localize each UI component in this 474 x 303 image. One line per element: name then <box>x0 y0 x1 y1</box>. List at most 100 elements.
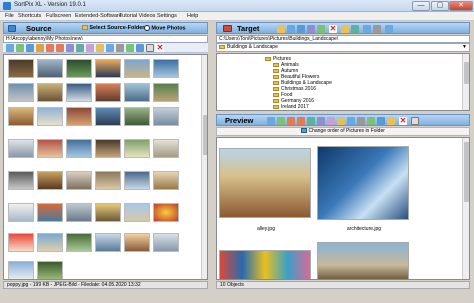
target-path[interactable]: C:\Users\Toni\Pictures\Pictures\Building… <box>216 35 470 43</box>
thumbnail[interactable] <box>95 59 121 78</box>
thumbnail[interactable] <box>8 83 34 102</box>
preview-image[interactable] <box>317 146 409 220</box>
minimize-button[interactable]: — <box>412 1 430 11</box>
menu-extended-software[interactable]: Extended-Software <box>75 13 122 19</box>
menu-tutorial-videos[interactable]: Tutorial Videos <box>119 13 155 19</box>
view-icon[interactable] <box>6 44 14 52</box>
rotate-right-icon[interactable] <box>297 117 305 125</box>
thumbnail[interactable] <box>66 139 92 158</box>
thumbnail[interactable] <box>37 139 63 158</box>
thumbnail[interactable] <box>95 83 121 102</box>
delete-icon[interactable]: ✕ <box>156 44 164 52</box>
change-order-button[interactable]: Change order of Pictures in Folder <box>216 127 470 136</box>
thumbnail[interactable] <box>124 59 150 78</box>
thumbnail[interactable] <box>37 261 63 279</box>
source-thumbnail-grid[interactable] <box>3 54 208 280</box>
info-icon[interactable] <box>385 25 393 33</box>
thumbnail[interactable] <box>95 107 121 126</box>
preview-image[interactable] <box>317 242 409 279</box>
thumbnail[interactable] <box>95 139 121 158</box>
source-scrollbar[interactable] <box>201 55 207 279</box>
thumbnail[interactable] <box>153 139 179 158</box>
thumbnail[interactable] <box>95 171 121 190</box>
blank-icon[interactable] <box>146 44 154 52</box>
menu-help[interactable]: Help <box>187 13 198 19</box>
thumbnail[interactable] <box>153 233 179 252</box>
refresh-icon[interactable] <box>16 44 24 52</box>
up-folder-icon[interactable] <box>26 44 34 52</box>
rotate-left-icon[interactable] <box>287 117 295 125</box>
copy-icon[interactable] <box>307 117 315 125</box>
thumbnail[interactable] <box>124 83 150 102</box>
folder-icon[interactable] <box>387 117 395 125</box>
close-button[interactable]: ✕ <box>449 1 473 11</box>
star-icon[interactable] <box>337 117 345 125</box>
copy-icon[interactable] <box>76 44 84 52</box>
thumbnail[interactable] <box>66 59 92 78</box>
thumbnail[interactable] <box>8 261 34 279</box>
preview-image[interactable] <box>219 148 311 218</box>
thumbnail[interactable] <box>66 171 92 190</box>
refresh-icon[interactable] <box>277 117 285 125</box>
thumbnail[interactable] <box>95 203 121 222</box>
settings-icon[interactable] <box>116 44 124 52</box>
thumbnail[interactable] <box>8 139 34 158</box>
preview-scrollbar-thumb[interactable] <box>464 142 469 202</box>
tree-scrollbar[interactable] <box>462 54 469 110</box>
tree-scrollbar-thumb[interactable] <box>464 62 469 84</box>
rotate-right-icon[interactable] <box>56 44 64 52</box>
thumbnail[interactable] <box>66 83 92 102</box>
filter-icon[interactable] <box>377 117 385 125</box>
delete-icon[interactable]: ✕ <box>399 117 407 125</box>
thumbnail[interactable] <box>124 203 150 222</box>
tree-item-ireland[interactable]: Ireland 2017 <box>273 104 309 110</box>
select-all-icon[interactable] <box>126 44 134 52</box>
thumbnail[interactable] <box>153 203 179 222</box>
thumbnail[interactable] <box>124 171 150 190</box>
thumbnail[interactable] <box>124 139 150 158</box>
settings-icon[interactable] <box>357 117 365 125</box>
thumbnail[interactable] <box>37 107 63 126</box>
thumbnail[interactable] <box>37 203 63 222</box>
thumbnail[interactable] <box>8 59 34 78</box>
up-folder-icon[interactable] <box>297 25 305 33</box>
copy-icon[interactable] <box>351 25 359 33</box>
thumbnail[interactable] <box>66 107 92 126</box>
maximize-button[interactable]: ▢ <box>431 1 449 11</box>
thumbnail[interactable] <box>8 171 34 190</box>
target-folder-tree[interactable]: Pictures Animals Autumn Beautiful Flower… <box>216 53 470 111</box>
edit-icon[interactable] <box>86 44 94 52</box>
preview-item[interactable]: alley.jpg <box>219 148 313 234</box>
source-path[interactable]: H:\Arcopy\abenny\My Photos\new\ <box>3 35 208 43</box>
blank-icon[interactable] <box>411 117 419 125</box>
new-folder-icon[interactable] <box>287 25 295 33</box>
thumbnail[interactable] <box>66 233 92 252</box>
move-photos-button[interactable]: Move Photos <box>144 25 204 33</box>
thumbnail[interactable] <box>153 83 179 102</box>
delete-icon[interactable]: ✕ <box>329 25 337 33</box>
chevron-down-icon[interactable]: ▼ <box>461 44 468 51</box>
menu-settings[interactable]: Settings <box>157 13 177 19</box>
folder-icon[interactable] <box>277 25 285 33</box>
select-source-folder-button[interactable]: Select Source-Folder <box>82 25 144 33</box>
view-icon[interactable] <box>267 117 275 125</box>
rename-icon[interactable] <box>341 25 349 33</box>
thumbnail[interactable] <box>95 233 121 252</box>
settings-icon[interactable] <box>373 25 381 33</box>
preview-image[interactable] <box>219 250 311 279</box>
preview-item[interactable]: architecture.jpg <box>317 146 411 234</box>
menu-shortcuts[interactable]: Shortcuts <box>18 13 41 19</box>
filter-icon[interactable] <box>136 44 144 52</box>
thumbnail[interactable] <box>8 107 34 126</box>
select-all-icon[interactable] <box>367 117 375 125</box>
zoom-icon[interactable] <box>66 44 74 52</box>
menu-file[interactable]: File <box>5 13 14 19</box>
refresh-icon[interactable] <box>317 25 325 33</box>
preview-item[interactable] <box>219 248 313 279</box>
thumbnail[interactable] <box>37 171 63 190</box>
thumbnail[interactable] <box>37 59 63 78</box>
sync-icon[interactable] <box>363 25 371 33</box>
preview-item[interactable] <box>317 242 411 279</box>
info-icon[interactable] <box>347 117 355 125</box>
preview-scrollbar[interactable] <box>462 138 469 279</box>
